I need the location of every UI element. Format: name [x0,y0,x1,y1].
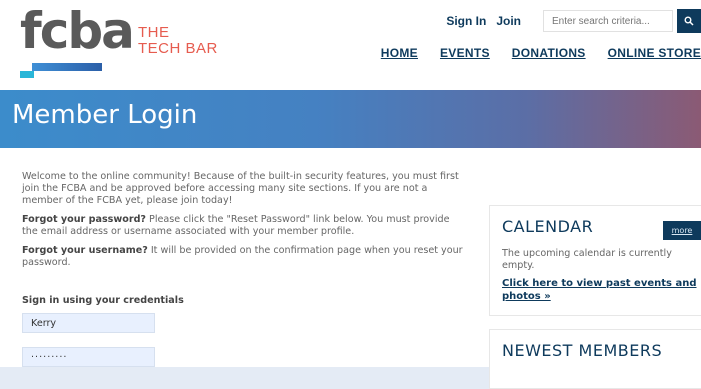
calendar-title: CALENDAR [502,217,594,236]
nav-online-store[interactable]: ONLINE STORE [608,46,701,60]
newest-members-title: NEWEST MEMBERS [502,341,663,360]
username-field[interactable]: Kerry [22,313,155,333]
forgot-username-heading: Forgot your username? [22,245,148,256]
site-header: fcba THE TECH BAR Sign In Join HOME EVEN… [0,0,701,90]
password-field[interactable]: ········· [22,347,155,367]
nav-home[interactable]: HOME [381,46,418,60]
page: fcba THE TECH BAR Sign In Join HOME EVEN… [0,0,701,389]
forgot-password-text: Forgot your password? Please click the "… [22,214,467,238]
page-banner: Member Login [0,90,701,148]
forgot-password-heading: Forgot your password? [22,214,146,225]
calendar-more-button[interactable]: more [663,221,701,240]
main-navigation: HOME EVENTS DONATIONS ONLINE STORE [359,46,701,60]
utility-bar: Sign In Join [446,9,701,33]
logo-bar-blue [32,63,102,71]
search-input[interactable] [543,10,673,32]
nav-events[interactable]: EVENTS [440,46,490,60]
logo-tagline-line2: TECH BAR [138,40,218,57]
welcome-text: Welcome to the online community! Because… [22,171,459,206]
search-icon [684,16,694,26]
newest-members-widget: NEWEST MEMBERS [489,329,701,389]
logo-tagline-line1: THE [138,24,170,41]
fcba-logo[interactable]: fcba THE TECH BAR [20,2,250,78]
sign-in-link[interactable]: Sign In [446,14,486,28]
past-events-link[interactable]: Click here to view past events and photo… [502,278,697,303]
calendar-widget: CALENDAR more The upcoming calendar is c… [489,205,701,316]
join-link[interactable]: Join [496,14,521,28]
forgot-username-text: Forgot your username? It will be provide… [22,245,467,269]
logo-wordmark: fcba [20,2,135,60]
page-title: Member Login [12,100,198,130]
logo-bar-cyan [20,71,34,78]
signin-label: Sign in using your credentials [22,295,184,306]
search-button[interactable] [677,9,701,33]
nav-donations[interactable]: DONATIONS [512,46,586,60]
login-intro: Welcome to the online community! Because… [22,171,467,276]
calendar-empty-text: The upcoming calendar is currently empty… [502,248,672,271]
